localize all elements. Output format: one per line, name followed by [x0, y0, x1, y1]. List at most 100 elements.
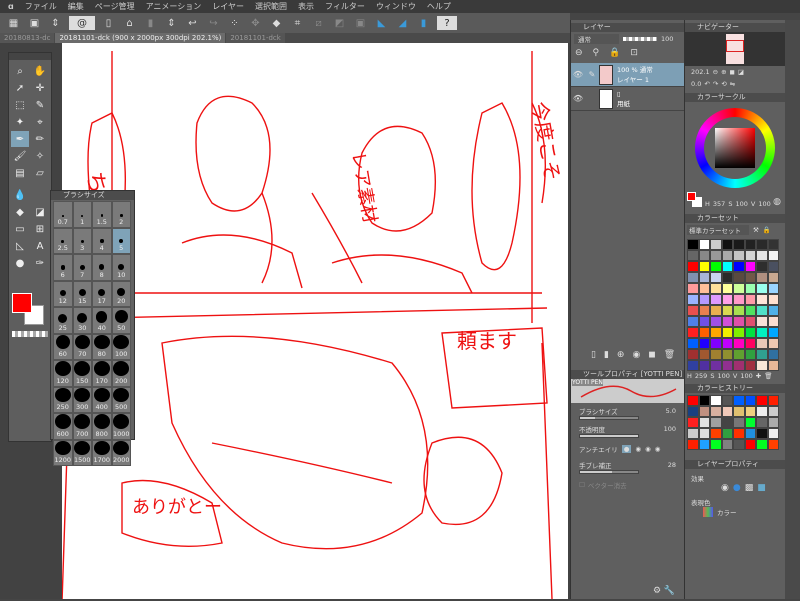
color-set-swatch[interactable] [710, 349, 722, 360]
color-set-swatch[interactable] [744, 272, 756, 283]
tab-document-3[interactable]: 20181101-dck [226, 33, 285, 43]
delete-layer-icon[interactable]: 🗑 [664, 350, 675, 360]
airbrush-icon[interactable]: ✧ [31, 148, 49, 164]
color-set-swatch[interactable] [721, 338, 733, 349]
color-set-swatch[interactable] [767, 349, 779, 360]
color-set-swatch[interactable] [698, 360, 710, 371]
brush-size-option[interactable]: 4 [92, 227, 112, 254]
correct-line-icon[interactable]: ✑ [31, 256, 49, 272]
brush-size-option[interactable]: 200 [111, 360, 131, 387]
brush-size-value[interactable]: 5.0 [666, 407, 676, 415]
color-set-swatch[interactable] [710, 250, 722, 261]
color-history-swatch[interactable] [767, 395, 779, 406]
color-mode-icon[interactable]: ◍ [773, 197, 781, 207]
color-history-swatch[interactable] [687, 439, 699, 450]
settings-icon[interactable]: ⚙ 🔧 [653, 586, 675, 596]
brush-size-option[interactable]: 50 [111, 307, 131, 334]
fit-icon[interactable]: ◼ [730, 68, 735, 76]
blend-mode-select[interactable]: 通常 [574, 34, 619, 44]
brush-size-option[interactable]: 20 [111, 280, 131, 307]
brush-size-option[interactable]: 2.5 [53, 227, 73, 254]
frame-border-icon[interactable]: ⊞ [31, 222, 49, 238]
color-set-swatch[interactable] [687, 272, 699, 283]
color-history-swatch[interactable] [721, 439, 733, 450]
brush-size-option[interactable]: 120 [53, 360, 73, 387]
open-folder-icon[interactable]: ⌂ [122, 16, 137, 30]
color-set-swatch[interactable] [756, 283, 768, 294]
color-set-swatch[interactable] [733, 316, 745, 327]
color-history-swatch[interactable] [710, 439, 722, 450]
stabilization-value[interactable]: 28 [668, 461, 676, 469]
redo-icon[interactable]: ↪ [206, 16, 221, 30]
brush-size-option[interactable]: 500 [111, 386, 131, 413]
color-set-swatch[interactable] [721, 250, 733, 261]
color-set-swatch[interactable] [756, 316, 768, 327]
delete-color-icon[interactable]: 🗑 [764, 372, 772, 380]
app-logo-icon[interactable]: ɑ [8, 2, 14, 11]
color-set-swatch[interactable] [721, 239, 733, 250]
lock-icon[interactable]: 🔒 [609, 48, 620, 58]
auto-select-icon[interactable]: ✦ [11, 114, 29, 130]
hand-tool-icon[interactable]: ✋ [31, 63, 49, 79]
color-set-swatch[interactable] [767, 250, 779, 261]
text-tool-icon[interactable]: A [31, 239, 49, 255]
add-color-icon[interactable]: ✚ [756, 372, 761, 380]
move-layer-icon[interactable]: ✛ [31, 80, 49, 96]
color-history-swatch[interactable] [767, 439, 779, 450]
color-set-swatch[interactable] [733, 272, 745, 283]
layer-mask-icon[interactable]: ◼ [648, 350, 655, 360]
menu-window[interactable]: ウィンドウ [376, 1, 416, 12]
color-set-swatch[interactable] [710, 327, 722, 338]
drawing-canvas[interactable]: ちっす 今度こそ レア素材 頼ます ありがとー [61, 43, 568, 601]
tab-document-2[interactable]: 20181101-dck (900 x 2000px 300dpi 202.1%… [55, 33, 226, 43]
color-set-lock-icon[interactable]: 🔒 [763, 226, 771, 234]
visibility-eye-icon[interactable]: 👁 [571, 94, 585, 103]
color-history-swatch[interactable] [756, 428, 768, 439]
antialias-weak-icon[interactable]: ◉ [635, 445, 641, 453]
color-set-swatch[interactable] [756, 338, 768, 349]
brush-size-option[interactable]: 7 [72, 254, 92, 281]
new-vector-layer-icon[interactable]: ▮ [604, 350, 609, 360]
color-set-swatch[interactable] [710, 283, 722, 294]
color-set-swatch[interactable] [767, 360, 779, 371]
brush-size-option[interactable]: 400 [92, 386, 112, 413]
grid-icon[interactable]: ▦ [6, 16, 21, 30]
new-file-icon[interactable]: ▯ [101, 16, 116, 30]
color-set-settings-icon[interactable]: ⚒ [753, 226, 759, 234]
brush-size-option[interactable]: 170 [92, 360, 112, 387]
ruler-snap-icon[interactable]: ◢ [395, 16, 410, 30]
color-history-swatch[interactable] [687, 428, 699, 439]
color-set-swatch[interactable] [744, 261, 756, 272]
color-set-swatch[interactable] [733, 261, 745, 272]
color-set-swatch[interactable] [756, 272, 768, 283]
brush-size-option[interactable]: 40 [92, 307, 112, 334]
eyedropper-icon[interactable]: ⌖ [31, 114, 49, 130]
color-set-swatch[interactable] [756, 239, 768, 250]
color-set-swatch[interactable] [733, 283, 745, 294]
hue-value[interactable]: 357 [713, 200, 725, 208]
zoom-out-icon[interactable]: ⊖ [713, 68, 718, 76]
color-set-swatch[interactable] [756, 294, 768, 305]
value-value[interactable]: 100 [758, 200, 770, 208]
brush-size-slider[interactable] [579, 416, 639, 420]
color-history-swatch[interactable] [687, 406, 699, 417]
brush-size-option[interactable]: 300 [72, 386, 92, 413]
color-history-swatch[interactable] [756, 439, 768, 450]
menu-view[interactable]: 表示 [298, 1, 314, 12]
brush-size-option[interactable]: 17 [92, 280, 112, 307]
pencil-tool-icon[interactable]: ✏ [31, 131, 49, 147]
color-set-swatch[interactable] [698, 294, 710, 305]
reference-layer-icon[interactable]: ⚲ [593, 48, 600, 58]
brush-size-option[interactable]: 100 [111, 333, 131, 360]
brush-size-option[interactable]: 700 [72, 413, 92, 440]
color-set-swatch[interactable] [756, 360, 768, 371]
color-set-swatch[interactable] [687, 349, 699, 360]
brush-size-option[interactable]: 12 [53, 280, 73, 307]
color-history-swatch[interactable] [698, 439, 710, 450]
color-set-swatch[interactable] [721, 283, 733, 294]
color-set-swatch[interactable] [698, 316, 710, 327]
color-set-swatch[interactable] [710, 338, 722, 349]
color-history-swatch[interactable] [744, 395, 756, 406]
color-history-swatch[interactable] [756, 417, 768, 428]
color-set-swatch[interactable] [744, 250, 756, 261]
